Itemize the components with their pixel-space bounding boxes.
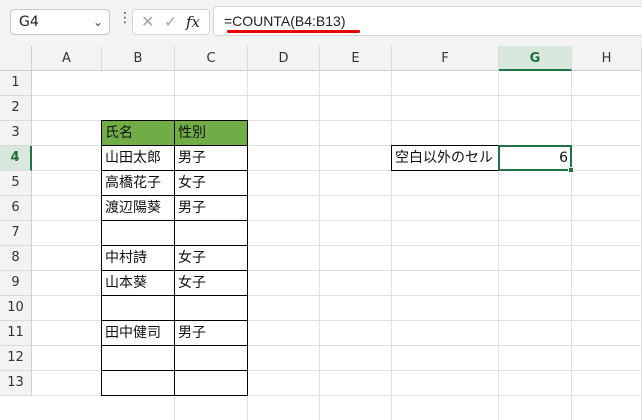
table-cell-gender[interactable]: 女子	[175, 171, 248, 196]
table-border-top	[102, 120, 248, 121]
table-cell-name[interactable]	[102, 346, 175, 371]
table-cell-name[interactable]	[102, 296, 175, 321]
table-cell-name[interactable]: 高橋花子	[102, 171, 175, 196]
label-cell-nonblank[interactable]: 空白以外のセル	[391, 145, 499, 171]
spreadsheet-grid: A B C D E F G H 1 2 3 4 5 6 7 8 9 10 11 12 13 氏名 性別 山田太郎 男子 高橋花子女…	[0, 46, 642, 420]
table-cell-name[interactable]: 田中健司	[102, 321, 175, 346]
table-header-gender[interactable]: 性別	[175, 121, 248, 146]
row-header-8[interactable]: 8	[0, 246, 32, 271]
row-header-11[interactable]: 11	[0, 321, 32, 346]
chevron-down-icon[interactable]: ⌄	[93, 10, 103, 34]
row-header-12[interactable]: 12	[0, 346, 32, 371]
row-header-7[interactable]: 7	[0, 221, 32, 246]
name-box[interactable]: G4 ⌄	[10, 9, 110, 35]
select-all-corner[interactable]	[0, 46, 32, 71]
column-header-g[interactable]: G	[499, 46, 572, 71]
table-cell-gender[interactable]	[175, 296, 248, 321]
table-cell-name[interactable]: 山田太郎	[102, 146, 175, 171]
column-header-b[interactable]: B	[102, 46, 175, 71]
table-cell-name[interactable]: 渡辺陽葵	[102, 196, 175, 221]
gridline	[319, 71, 320, 420]
table-cell-gender[interactable]	[175, 221, 248, 246]
enter-icon[interactable]: ✓	[164, 12, 177, 31]
column-header-h[interactable]: H	[572, 46, 642, 71]
row-header-4[interactable]: 4	[0, 146, 32, 171]
row-header-13[interactable]: 13	[0, 371, 32, 396]
table-cell-gender[interactable]: 男子	[175, 146, 248, 171]
row-header-9[interactable]: 9	[0, 271, 32, 296]
fill-handle[interactable]	[568, 167, 574, 173]
row-header-5[interactable]: 5	[0, 171, 32, 196]
table-cell-gender[interactable]	[175, 371, 248, 396]
formula-underline-annotation	[227, 30, 360, 33]
table-cell-gender[interactable]: 男子	[175, 321, 248, 346]
table-header-name[interactable]: 氏名	[102, 121, 175, 146]
gridline	[391, 71, 392, 420]
column-header-a[interactable]: A	[32, 46, 102, 71]
table-cell-name[interactable]: 中村詩	[102, 246, 175, 271]
table-cell-name[interactable]: 山本葵	[102, 271, 175, 296]
row-header-6[interactable]: 6	[0, 196, 32, 221]
column-header-c[interactable]: C	[175, 46, 248, 71]
insert-function-icon[interactable]: fx	[186, 13, 200, 31]
more-options-icon[interactable]: ⋮	[118, 10, 132, 26]
table-cell-name[interactable]	[102, 371, 175, 396]
row-header-2[interactable]: 2	[0, 96, 32, 121]
table-cell-gender[interactable]	[175, 346, 248, 371]
table-cell-name[interactable]	[102, 221, 175, 246]
table-border-left	[101, 120, 102, 396]
column-header-f[interactable]: F	[392, 46, 499, 71]
gridline	[571, 71, 572, 420]
cancel-icon[interactable]: ✕	[141, 12, 154, 31]
table-cell-gender[interactable]: 女子	[175, 271, 248, 296]
formula-controls: ✕ ✓ fx	[132, 9, 210, 35]
table-cell-gender[interactable]: 女子	[175, 246, 248, 271]
active-cell-outline	[498, 145, 572, 171]
formula-text: =COUNTA(B4:B13)	[224, 13, 346, 29]
table-cell-gender[interactable]: 男子	[175, 196, 248, 221]
column-header-d[interactable]: D	[248, 46, 320, 71]
gridline	[32, 95, 642, 96]
gridline	[498, 71, 499, 420]
row-header-3[interactable]: 3	[0, 121, 32, 146]
name-box-value: G4	[19, 14, 39, 30]
formula-bar: G4 ⌄ ⋮ ✕ ✓ fx =COUNTA(B4:B13)	[0, 0, 642, 40]
row-header-1[interactable]: 1	[0, 71, 32, 96]
row-header-10[interactable]: 10	[0, 296, 32, 321]
column-header-e[interactable]: E	[320, 46, 392, 71]
